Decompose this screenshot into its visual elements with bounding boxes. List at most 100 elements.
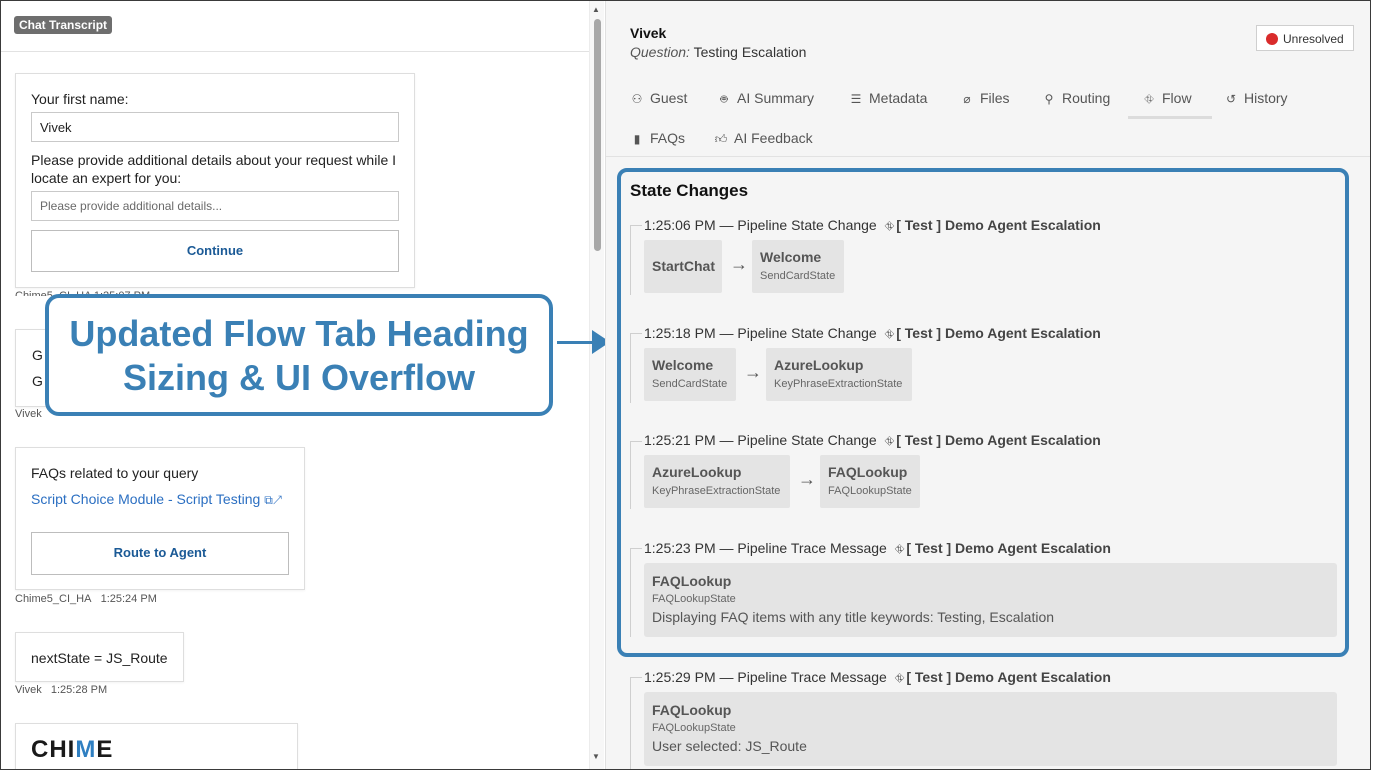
timeline-connector bbox=[630, 548, 631, 637]
guest-name: Vivek bbox=[630, 25, 667, 41]
state-message-text: nextState = JS_Route bbox=[31, 650, 168, 666]
state-name: FAQLookup bbox=[828, 464, 908, 480]
faq-link[interactable]: Script Choice Module - Script Testing ⧉↗ bbox=[31, 491, 282, 508]
event-flow-name[interactable]: [ Test ] Demo Agent Escalation bbox=[896, 325, 1101, 341]
divider bbox=[1, 51, 589, 52]
timeline-connector bbox=[630, 225, 631, 295]
continue-button[interactable]: Continue bbox=[31, 230, 399, 272]
tab-routing[interactable]: ⚲ Routing bbox=[1042, 88, 1111, 116]
state-message-card: nextState = JS_Route bbox=[15, 632, 184, 682]
state-type: FAQLookupState bbox=[828, 485, 912, 497]
event-kind: Pipeline State Change bbox=[737, 432, 877, 448]
state-type: FAQLookupState bbox=[652, 593, 736, 605]
form-card: Your first name: Vivek Please provide ad… bbox=[15, 73, 415, 288]
details-label-line2: locate an expert for you: bbox=[31, 170, 182, 186]
scroll-thumb[interactable] bbox=[594, 19, 601, 251]
obscured-card-meta: Vivek bbox=[15, 408, 42, 420]
to-state-box: Welcome SendCardState bbox=[752, 240, 844, 293]
tab-flow[interactable]: ⛗ Flow bbox=[1128, 88, 1212, 119]
scroll-down-icon[interactable]: ▼ bbox=[592, 752, 600, 761]
event-kind: Pipeline State Change bbox=[737, 325, 877, 341]
transition-arrow-icon: → bbox=[730, 254, 748, 274]
timeline-connector bbox=[630, 677, 631, 769]
left-scrollbar[interactable]: ▲ ▼ bbox=[589, 1, 604, 769]
tab-metadata[interactable]: ☰ Metadata bbox=[849, 88, 928, 116]
first-name-input[interactable]: Vivek bbox=[31, 112, 399, 142]
flow-icon: ⛗ bbox=[1144, 92, 1154, 106]
status-label: Unresolved bbox=[1283, 32, 1344, 46]
event-flow-name[interactable]: [ Test ] Demo Agent Escalation bbox=[906, 669, 1111, 685]
tab-label: Guest bbox=[650, 90, 688, 106]
tab-faqs[interactable]: ▮ FAQs bbox=[630, 128, 685, 156]
status-dot-icon bbox=[1266, 33, 1278, 45]
to-state-box: FAQLookup FAQLookupState bbox=[820, 455, 920, 508]
timeline-tick bbox=[630, 225, 642, 226]
timeline-tick bbox=[630, 677, 642, 678]
callout-line-1: Updated Flow Tab Heading bbox=[69, 313, 529, 354]
event-heading: 1:25:29 PM — Pipeline Trace Message ⛗[ T… bbox=[644, 669, 1111, 686]
event-flow-name[interactable]: [ Test ] Demo Agent Escalation bbox=[896, 217, 1101, 233]
faq-meta-time: 1:25:24 PM bbox=[100, 593, 157, 605]
obscured-line-2: G bbox=[32, 373, 43, 389]
annotation-callout: Updated Flow Tab Heading Sizing & UI Ove… bbox=[45, 294, 553, 416]
from-state-box: Welcome SendCardState bbox=[644, 348, 736, 401]
faq-card: FAQs related to your query Script Choice… bbox=[15, 447, 305, 590]
event-flow-name[interactable]: [ Test ] Demo Agent Escalation bbox=[896, 432, 1101, 448]
event-time: 1:25:06 PM bbox=[644, 217, 716, 233]
tab-label: Metadata bbox=[869, 90, 928, 106]
event-dash: — bbox=[715, 669, 738, 685]
tab-label: History bbox=[1244, 90, 1288, 106]
event-heading: 1:25:18 PM — Pipeline State Change ⛗[ Te… bbox=[644, 325, 1101, 342]
event-flow-name[interactable]: [ Test ] Demo Agent Escalation bbox=[906, 540, 1111, 556]
tab-guest[interactable]: ⚇ Guest bbox=[630, 88, 688, 116]
to-state-box: AzureLookup KeyPhraseExtractionState bbox=[766, 348, 912, 401]
event-kind: Pipeline Trace Message bbox=[737, 540, 887, 556]
state-name: Welcome bbox=[652, 357, 714, 373]
route-to-agent-button[interactable]: Route to Agent bbox=[31, 532, 289, 575]
section-title: State Changes bbox=[630, 181, 749, 200]
question-label: Question: bbox=[630, 44, 690, 60]
scroll-up-icon[interactable]: ▲ bbox=[592, 5, 600, 14]
faq-title: FAQs related to your query bbox=[31, 465, 199, 481]
tab-files[interactable]: ⌀ Files bbox=[960, 88, 1009, 116]
state-name: FAQLookup bbox=[652, 573, 732, 589]
trace-message: Displaying FAQ items with any title keyw… bbox=[652, 609, 1055, 625]
transition-arrow-icon: → bbox=[744, 362, 762, 382]
robot-icon: 🤖︎ bbox=[720, 92, 728, 106]
faq-card-meta: Chime5_CI_HA 1:25:24 PM bbox=[15, 593, 157, 605]
event-heading: 1:25:21 PM — Pipeline State Change ⛗[ Te… bbox=[644, 432, 1101, 449]
status-badge[interactable]: Unresolved bbox=[1256, 25, 1354, 51]
event-time: 1:25:21 PM bbox=[644, 432, 716, 448]
flow-icon: ⛗ bbox=[884, 327, 895, 341]
question-line: Question: Testing Escalation bbox=[630, 44, 806, 60]
tab-label: AI Feedback bbox=[734, 130, 813, 146]
event-dash: — bbox=[715, 217, 738, 233]
conversation-details-pane: Vivek Question: Testing Escalation Unres… bbox=[605, 1, 1370, 769]
tab-history[interactable]: ↺ History bbox=[1224, 88, 1288, 116]
state-name: AzureLookup bbox=[652, 464, 742, 480]
logo-text-pre: CHI bbox=[31, 736, 76, 763]
state-type: SendCardState bbox=[652, 378, 728, 390]
timeline-connector bbox=[630, 441, 631, 509]
faq-link-text[interactable]: Script Choice Module - Script Testing bbox=[31, 491, 260, 507]
from-state-box: AzureLookup KeyPhraseExtractionState bbox=[644, 455, 790, 508]
event-time: 1:25:29 PM bbox=[644, 669, 716, 685]
event-kind: Pipeline Trace Message bbox=[737, 669, 887, 685]
details-label-line1: Please provide additional details about … bbox=[31, 152, 397, 168]
chime-logo: CHIME bbox=[31, 736, 113, 764]
state-meta-sender: Vivek bbox=[15, 684, 42, 696]
event-dash: — bbox=[715, 432, 738, 448]
callout-line-2: Sizing & UI Overflow bbox=[122, 357, 476, 398]
details-input[interactable]: Please provide additional details... bbox=[31, 191, 399, 221]
chat-transcript-badge: Chat Transcript bbox=[14, 16, 113, 34]
tab-ai-summary[interactable]: 🤖︎ AI Summary bbox=[717, 88, 814, 116]
thumbs-up-icon: 👍︎ bbox=[714, 132, 728, 146]
state-type: KeyPhraseExtractionState bbox=[774, 378, 903, 390]
trace-message: User selected: JS_Route bbox=[652, 738, 807, 754]
event-heading: 1:25:23 PM — Pipeline Trace Message ⛗[ T… bbox=[644, 540, 1111, 557]
tab-ai-feedback[interactable]: 👍︎ AI Feedback bbox=[714, 128, 813, 156]
from-state-box: StartChat bbox=[644, 240, 722, 293]
state-meta-time: 1:25:28 PM bbox=[50, 684, 108, 696]
book-icon: ▮ bbox=[633, 132, 641, 146]
trace-message-box: FAQLookup FAQLookupState User selected: JS… bbox=[644, 692, 1337, 766]
